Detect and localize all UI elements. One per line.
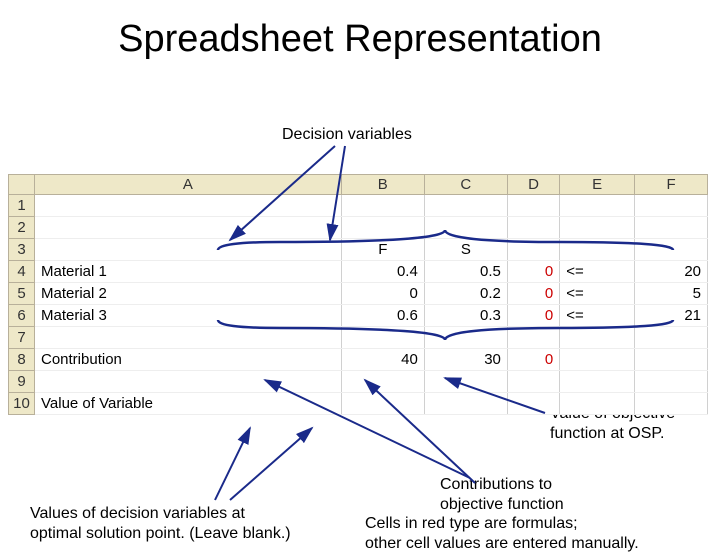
cell (635, 349, 708, 371)
label-cells-red: Cells in red type are formulas;other cel… (365, 514, 639, 554)
row-header: 3 (9, 239, 35, 261)
cell (560, 195, 635, 217)
cell: Contribution (35, 349, 342, 371)
row-header: 7 (9, 327, 35, 349)
col-header: E (560, 175, 635, 195)
cell: 0 (507, 261, 559, 283)
row-header: 10 (9, 393, 35, 415)
cell (635, 239, 708, 261)
label-decision-variables: Decision variables (282, 126, 412, 144)
cell (341, 393, 424, 415)
cell: 40 (341, 349, 424, 371)
row-header: 2 (9, 217, 35, 239)
cell: 21 (635, 305, 708, 327)
row-header: 4 (9, 261, 35, 283)
cell: 0 (341, 283, 424, 305)
cell (635, 371, 708, 393)
spreadsheet: A B C D E F 123FS4Material 10.40.50<=205… (8, 174, 708, 415)
cell (424, 217, 507, 239)
cell (507, 371, 559, 393)
cell (35, 217, 342, 239)
cell: F (341, 239, 424, 261)
label-values-decision-vars: Values of decision variables atoptimal s… (30, 504, 291, 544)
cell: 5 (635, 283, 708, 305)
cell (507, 239, 559, 261)
cell (635, 393, 708, 415)
cell: Material 1 (35, 261, 342, 283)
cell (35, 239, 342, 261)
cell: Material 2 (35, 283, 342, 305)
cell (560, 349, 635, 371)
cell (35, 327, 342, 349)
corner-cell (9, 175, 35, 195)
cell (560, 217, 635, 239)
cell (635, 195, 708, 217)
arrow-valdv-2 (230, 428, 312, 500)
col-header: C (424, 175, 507, 195)
cell: S (424, 239, 507, 261)
slide-title: Spreadsheet Representation (0, 18, 720, 61)
col-header: B (341, 175, 424, 195)
spreadsheet-table: A B C D E F 123FS4Material 10.40.50<=205… (8, 174, 708, 415)
cell: <= (560, 261, 635, 283)
cell (635, 217, 708, 239)
cell: 0.2 (424, 283, 507, 305)
cell (560, 371, 635, 393)
label-contributions: Contributions toobjective function (440, 475, 564, 515)
cell (424, 327, 507, 349)
cell: 0.6 (341, 305, 424, 327)
cell: 0 (507, 349, 559, 371)
arrow-valdv-1 (215, 428, 250, 500)
cell (341, 195, 424, 217)
col-header: A (35, 175, 342, 195)
cell: Value of Variable (35, 393, 342, 415)
cell: <= (560, 305, 635, 327)
cell: 0.4 (341, 261, 424, 283)
cell (424, 393, 507, 415)
col-header: F (635, 175, 708, 195)
cell: 20 (635, 261, 708, 283)
col-header: D (507, 175, 559, 195)
cell (635, 327, 708, 349)
cell: 30 (424, 349, 507, 371)
cell (424, 371, 507, 393)
cell (560, 393, 635, 415)
cell (507, 217, 559, 239)
cell (341, 371, 424, 393)
cell (507, 327, 559, 349)
row-header: 1 (9, 195, 35, 217)
row-header: 9 (9, 371, 35, 393)
row-header: 5 (9, 283, 35, 305)
cell: 0 (507, 283, 559, 305)
cell (341, 327, 424, 349)
cell (507, 393, 559, 415)
cell: 0.3 (424, 305, 507, 327)
cell: 0 (507, 305, 559, 327)
cell (35, 371, 342, 393)
row-header: 8 (9, 349, 35, 371)
cell: <= (560, 283, 635, 305)
cell (35, 195, 342, 217)
cell: Material 3 (35, 305, 342, 327)
cell (560, 327, 635, 349)
cell (507, 195, 559, 217)
cell (424, 195, 507, 217)
cell (341, 217, 424, 239)
row-header: 6 (9, 305, 35, 327)
cell (560, 239, 635, 261)
cell: 0.5 (424, 261, 507, 283)
